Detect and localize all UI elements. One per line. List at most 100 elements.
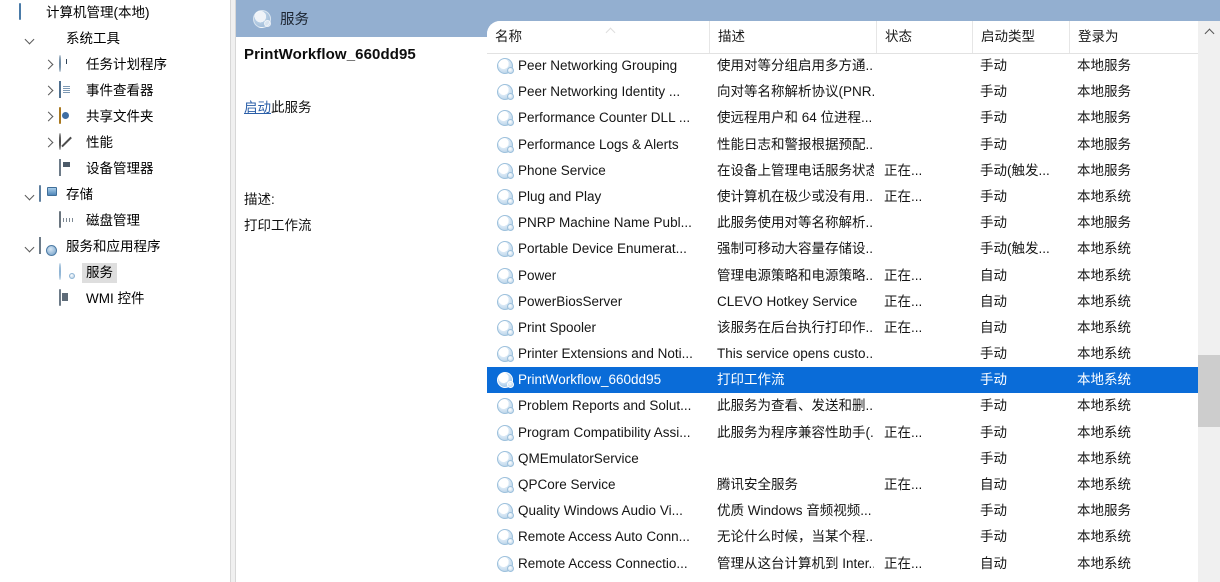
cell-desc: 在设备上管理电话服务状态 [717, 162, 874, 178]
table-row[interactable]: Peer Networking Grouping 使用对等分组启用多方通... 手动… [487, 53, 1198, 79]
cell-startup: 手动 [980, 346, 1007, 362]
table-row[interactable]: Remote Access Connectio... 管理从这台计算机到 Inte… [487, 551, 1198, 577]
cell-name: Printer Extensions and Noti... [518, 346, 693, 362]
table-row[interactable]: PNRP Machine Name Publ... 此服务使用对等名称解析... 手… [487, 210, 1198, 236]
cell-startup: 自动 [980, 267, 1007, 283]
gear-icon [59, 263, 77, 282]
table-row[interactable]: Portable Device Enumerat... 强制可移动大容量存储设..… [487, 236, 1198, 262]
service-gear-icon [497, 162, 514, 179]
cell-startup: 自动 [980, 319, 1007, 335]
table-row[interactable]: Plug and Play 使计算机在极少或没有用... 正在... 手动 本地系统 [487, 184, 1198, 210]
table-row[interactable]: QMEmulatorService 手动 本地系统 [487, 446, 1198, 472]
tree-item-0[interactable]: 系统工具 [0, 26, 230, 52]
service-gear-icon [497, 84, 514, 101]
service-gear-icon [497, 241, 514, 258]
table-row[interactable]: PowerBiosServer CLEVO Hotkey Service 正在...… [487, 289, 1198, 315]
table-row[interactable]: Printer Extensions and Noti... This servi… [487, 341, 1198, 367]
column-header-desc[interactable]: 描述 [709, 21, 876, 53]
cell-status [884, 524, 970, 550]
cell-name: PowerBiosServer [518, 293, 623, 309]
disk-icon [59, 211, 77, 230]
cell-status: 正在... [884, 293, 923, 309]
expander-icon[interactable] [22, 239, 38, 255]
tree-item-label: 设备管理器 [86, 161, 154, 176]
table-row[interactable]: QPCore Service 腾讯安全服务 正在... 自动 本地系统 [487, 472, 1198, 498]
table-row[interactable]: Problem Reports and Solut... 此服务为查看、发送和删.… [487, 393, 1198, 419]
cell-desc: 此服务使用对等名称解析... [717, 215, 874, 231]
column-header-startup[interactable]: 启动类型 [972, 21, 1069, 53]
column-header-name[interactable]: 名称 [487, 21, 709, 53]
column-header-status[interactable]: 状态 [876, 21, 972, 53]
cell-status: 正在... [884, 188, 923, 204]
cell-startup: 自动 [980, 555, 1007, 571]
services-listview: 名称 描述 状态 启动类型 登录为 Peer Networking Grouping 使用… [487, 21, 1220, 582]
service-gear-icon [497, 372, 514, 389]
cell-status: 正在... [884, 162, 923, 178]
cell-name: Remote Access Auto Conn... [518, 529, 690, 545]
tree-item-6[interactable]: 存储 [0, 182, 230, 208]
cell-name: Phone Service [518, 162, 606, 178]
cell-logon: 本地服务 [1077, 503, 1131, 519]
table-row[interactable]: Remote Access Auto Conn... 无论什么时候，当某个程...… [487, 524, 1198, 550]
table-row[interactable]: Power 管理电源策略和电源策略... 正在... 自动 本地系统 [487, 263, 1198, 289]
expander-icon[interactable] [42, 83, 58, 99]
expander-icon[interactable] [42, 109, 58, 125]
service-gear-icon [497, 450, 514, 467]
table-row[interactable]: Phone Service 在设备上管理电话服务状态 正在... 手动(触发... 本地… [487, 158, 1198, 184]
cell-status [884, 210, 970, 236]
cell-desc: 无论什么时候，当某个程... [717, 529, 874, 545]
expander-icon[interactable] [42, 57, 58, 73]
tree-item-2[interactable]: 事件查看器 [0, 78, 230, 104]
tree-item-3[interactable]: 共享文件夹 [0, 104, 230, 130]
cell-logon: 本地系统 [1077, 398, 1131, 414]
expander-icon[interactable] [22, 31, 38, 47]
expander-icon[interactable] [22, 187, 38, 203]
tree-item-5[interactable]: 设备管理器 [0, 156, 230, 182]
performance-icon [59, 133, 77, 152]
tree-item-9[interactable]: 服务 [0, 260, 230, 286]
start-service-link[interactable]: 启动 [244, 100, 271, 115]
tree-item-10[interactable]: WMI 控件 [0, 286, 230, 312]
listview-rows: Peer Networking Grouping 使用对等分组启用多方通... 手动… [487, 53, 1198, 582]
cell-status [884, 105, 970, 131]
cell-status [884, 498, 970, 524]
cell-status: 正在... [884, 319, 923, 335]
chevron-up-icon[interactable] [1198, 21, 1220, 43]
cell-status [884, 236, 970, 262]
expander-icon[interactable] [42, 135, 58, 151]
tree-item-label: 事件查看器 [86, 83, 154, 98]
table-row[interactable]: Quality Windows Audio Vi... 优质 Windows 音频… [487, 498, 1198, 524]
column-header-logon[interactable]: 登录为 [1069, 21, 1159, 53]
cell-status [884, 341, 970, 367]
table-row[interactable]: PrintWorkflow_660dd95 打印工作流 手动 本地系统 [487, 367, 1198, 394]
cell-startup: 手动 [980, 215, 1007, 231]
device-manager-icon [59, 159, 77, 178]
cell-startup: 手动 [980, 424, 1007, 440]
table-row[interactable]: Print Spooler 该服务在后台执行打印作... 正在... 自动 本地系统 [487, 315, 1198, 341]
console-tree-pane: 计算机管理(本地) 系统工具 任务计划程序事件查看器共享文件夹性能设备管理器存储磁… [0, 0, 230, 582]
cell-name: Peer Networking Identity ... [518, 84, 681, 100]
vertical-scrollbar[interactable] [1198, 21, 1220, 582]
cell-name: Performance Logs & Alerts [518, 136, 679, 152]
scrollbar-thumb[interactable] [1198, 355, 1220, 427]
sort-ascending-icon [605, 27, 617, 34]
tree-item-7[interactable]: 磁盘管理 [0, 208, 230, 234]
tree-root-computer-management[interactable]: 计算机管理(本地) [0, 0, 230, 26]
cell-desc: 打印工作流 [717, 372, 785, 388]
tree-root-label: 计算机管理(本地) [46, 5, 150, 20]
tree-item-1[interactable]: 任务计划程序 [0, 52, 230, 78]
cell-desc: 管理从这台计算机到 Inter... [717, 555, 874, 571]
table-row[interactable]: Peer Networking Identity ... 向对等名称解析协议(PN… [487, 79, 1198, 105]
table-row[interactable]: Program Compatibility Assi... 此服务为程序兼容性助手… [487, 420, 1198, 446]
tree-item-label: 性能 [86, 135, 113, 150]
cell-logon: 本地系统 [1077, 293, 1131, 309]
table-row[interactable]: Performance Logs & Alerts 性能日志和警报根据预配... 手… [487, 132, 1198, 158]
tree-item-4[interactable]: 性能 [0, 130, 230, 156]
table-row[interactable]: Performance Counter DLL ... 使远程用户和 64 位进程… [487, 105, 1198, 131]
cell-desc: This service opens custo... [717, 346, 874, 362]
cell-status: 正在... [884, 477, 923, 492]
cell-startup: 手动 [980, 450, 1007, 466]
cell-logon: 本地系统 [1077, 555, 1131, 571]
cell-name: Peer Networking Grouping [518, 58, 678, 73]
tree-item-8[interactable]: 服务和应用程序 [0, 234, 230, 260]
